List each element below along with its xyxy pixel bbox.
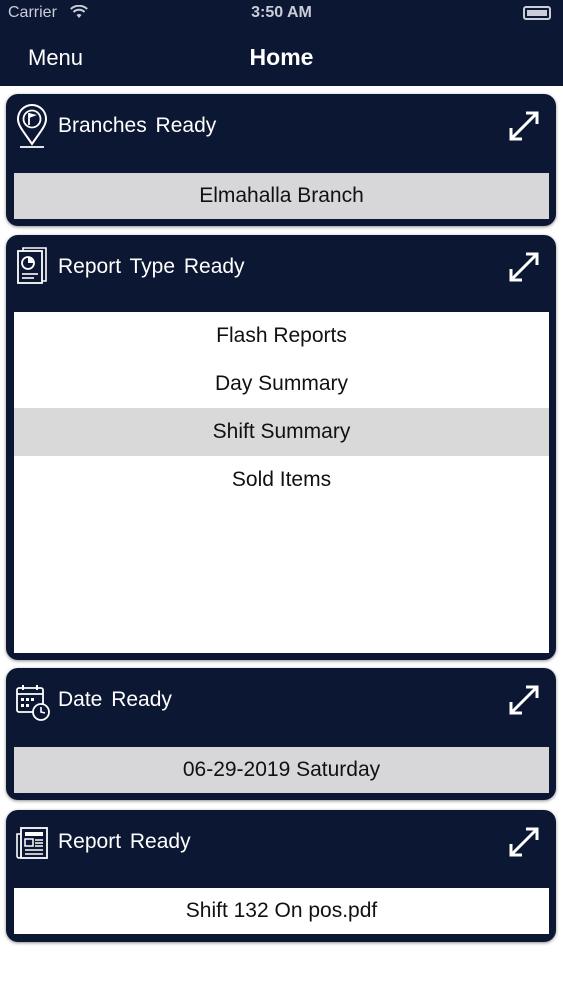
report-card: Report Ready Shift 132 On pos.pdf bbox=[6, 810, 556, 942]
map-pin-flag-icon bbox=[16, 104, 48, 148]
list-item[interactable]: Flash Reports bbox=[14, 312, 549, 360]
status-bar: Carrier 3:50 AM bbox=[0, 0, 563, 30]
report-type-label: Report Type Ready bbox=[58, 255, 245, 278]
battery-icon bbox=[523, 6, 551, 20]
report-label: Report Ready bbox=[58, 830, 191, 853]
list-item[interactable]: Sold Items bbox=[14, 456, 549, 504]
list-item[interactable]: Day Summary bbox=[14, 360, 549, 408]
nav-bar: Menu Home bbox=[0, 30, 563, 86]
expand-arrows-icon[interactable] bbox=[506, 824, 542, 860]
status-time: 3:50 AM bbox=[251, 4, 312, 21]
expand-arrows-icon[interactable] bbox=[506, 682, 542, 718]
selected-report-file[interactable]: Shift 132 On pos.pdf bbox=[14, 888, 549, 934]
report-type-list: Flash Reports Day Summary Shift Summary … bbox=[14, 312, 549, 653]
date-label: Date Ready bbox=[58, 688, 172, 711]
date-card: Date Ready 06-29-2019 Saturday bbox=[6, 668, 556, 800]
report-chart-icon bbox=[17, 247, 47, 284]
branches-card: Branches Ready Elmahalla Branch bbox=[6, 94, 556, 226]
page-title: Home bbox=[249, 44, 314, 70]
list-item-selected[interactable]: Shift Summary bbox=[14, 408, 549, 456]
newspaper-icon bbox=[16, 827, 48, 859]
branches-label: Branches Ready bbox=[58, 114, 217, 137]
selected-date[interactable]: 06-29-2019 Saturday bbox=[14, 747, 549, 793]
calendar-clock-icon bbox=[16, 685, 50, 721]
selected-branch[interactable]: Elmahalla Branch bbox=[14, 173, 549, 219]
report-type-card: Report Type Ready Flash Reports Day Summ… bbox=[6, 235, 556, 660]
expand-arrows-icon[interactable] bbox=[506, 249, 542, 285]
expand-arrows-icon[interactable] bbox=[506, 108, 542, 144]
